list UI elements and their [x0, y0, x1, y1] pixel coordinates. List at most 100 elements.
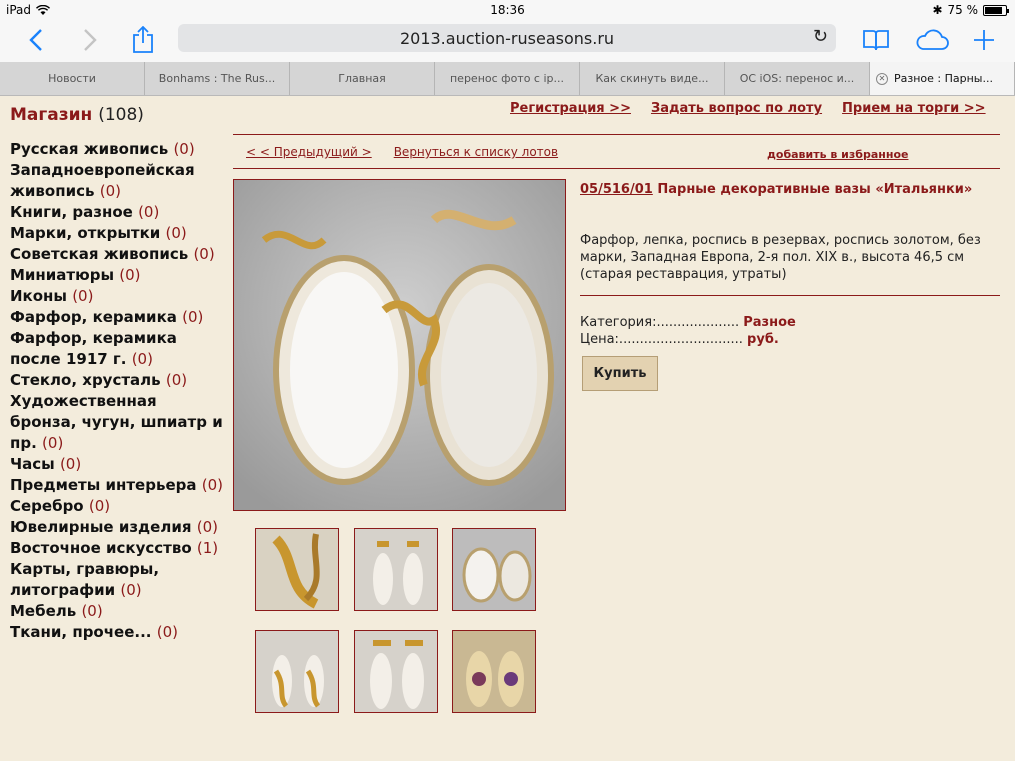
category-value: Разное: [743, 315, 796, 330]
price-label: Цена:..............................: [580, 332, 743, 347]
category-count: (0): [72, 287, 94, 305]
category-item[interactable]: Русская живопись (0): [10, 139, 225, 160]
tab-os-ios[interactable]: ОС iOS: перенос и...: [725, 62, 870, 95]
category-item[interactable]: Иконы (0): [10, 286, 225, 307]
category-item[interactable]: Западноевропейская живопись (0): [10, 160, 225, 202]
category-count: (0): [165, 371, 188, 389]
category-count: (0): [156, 623, 178, 641]
sidebar: Магазин (108) Русская живопись (0) Западн…: [10, 105, 225, 643]
tab-perenos-foto[interactable]: перенос фото с ip...: [435, 62, 580, 95]
category-item[interactable]: Книги, разное (0): [10, 202, 225, 223]
address-bar[interactable]: 2013.auction-ruseasons.ru ↻: [178, 24, 836, 52]
category-item[interactable]: Марки, открытки (0): [10, 223, 225, 244]
category-name: Русская живопись: [10, 140, 169, 158]
back-to-list-link[interactable]: Вернуться к списку лотов: [394, 145, 558, 159]
thumbnail-6[interactable]: [452, 630, 536, 713]
tab-active-label: Разное : Парны...: [894, 72, 993, 85]
category-name: Мебель: [10, 602, 77, 620]
forward-button[interactable]: [74, 24, 106, 56]
tab-kak-skinut[interactable]: Как скинуть виде...: [580, 62, 725, 95]
tab-novosti[interactable]: Новости: [0, 62, 145, 95]
back-button[interactable]: [20, 24, 52, 56]
thumbnail-image: [355, 529, 437, 610]
category-item[interactable]: Ткани, прочее... (0): [10, 622, 225, 643]
register-link[interactable]: Регистрация >>: [510, 101, 631, 116]
category-count: (0): [59, 455, 82, 473]
main-lot-image[interactable]: [233, 179, 566, 511]
new-tab-button[interactable]: [968, 24, 1000, 56]
category-name: Ткани, прочее...: [10, 623, 152, 641]
lot-number-link[interactable]: 05/516/01: [580, 182, 653, 197]
category-name: Иконы: [10, 287, 67, 305]
plus-icon: [974, 30, 994, 50]
thumbnail-1[interactable]: [255, 528, 339, 611]
thumbnail-image: [355, 631, 437, 712]
thumbnail-4[interactable]: [255, 630, 339, 713]
add-to-favorites-link[interactable]: добавить в избранное: [767, 148, 908, 161]
category-item[interactable]: Восточное искусство (1): [10, 538, 225, 559]
category-count: (0): [196, 518, 218, 536]
category-count: (0): [81, 602, 103, 620]
bookmarks-button[interactable]: [860, 24, 892, 56]
tab-active[interactable]: ✕ Разное : Парны...: [870, 62, 1015, 95]
chevron-right-icon: [84, 29, 97, 51]
reload-icon[interactable]: ↻: [813, 26, 828, 47]
thumbnail-image: [453, 529, 535, 610]
category-item[interactable]: Советская живопись (0): [10, 244, 225, 265]
category-name: Миниатюры: [10, 266, 115, 284]
tab-strip: Новости Bonhams : The Rus... Главная пер…: [0, 62, 1015, 96]
category-item[interactable]: Ювелирные изделия (0): [10, 517, 225, 538]
category-name: Марки, открытки: [10, 224, 161, 242]
thumbnail-image: [256, 529, 338, 610]
category-name: Стекло, хрусталь: [10, 371, 161, 389]
share-button[interactable]: [127, 24, 159, 56]
thumbnail-3[interactable]: [452, 528, 536, 611]
category-item[interactable]: Мебель (0): [10, 601, 225, 622]
category-name: Ювелирные изделия: [10, 518, 192, 536]
prev-next-link[interactable]: < < Предыдущий >: [246, 145, 372, 159]
ask-question-link[interactable]: Задать вопрос по лоту: [651, 101, 822, 116]
battery-percent: 75 %: [947, 3, 979, 17]
lot-title-text: Парные декоративные вазы «Итальянки»: [657, 182, 973, 197]
buy-button[interactable]: Купить: [582, 356, 658, 391]
category-count: (0): [99, 182, 121, 200]
category-name: Советская живопись: [10, 245, 189, 263]
divider: [233, 134, 1000, 135]
battery-icon: [983, 4, 1009, 16]
category-name: Восточное искусство: [10, 539, 192, 557]
category-count: (0): [201, 476, 223, 494]
divider: [580, 295, 1000, 296]
page-content: Магазин (108) Русская живопись (0) Западн…: [0, 97, 1015, 761]
chevron-left-icon: [29, 29, 42, 51]
icloud-tabs-button[interactable]: [912, 24, 952, 56]
category-count: (0): [165, 224, 187, 242]
close-tab-icon[interactable]: ✕: [876, 72, 888, 85]
category-item[interactable]: Миниатюры (0): [10, 265, 225, 286]
category-name: Фарфор, керамика: [10, 308, 177, 326]
tab-bonhams[interactable]: Bonhams : The Rus...: [145, 62, 290, 95]
lot-navigation: < < Предыдущий > Вернуться к списку лото…: [246, 145, 558, 159]
tab-glavnaya[interactable]: Главная: [290, 62, 435, 95]
category-count: (0): [182, 308, 204, 326]
category-count: (0): [119, 266, 141, 284]
price-row: Цена:.............................. руб.: [580, 331, 796, 348]
category-name: Часы: [10, 455, 55, 473]
thumbnail-5[interactable]: [354, 630, 438, 713]
bluetooth-icon: ✱: [932, 3, 943, 17]
category-item[interactable]: Художественная бронза, чугун, шпиатр и п…: [10, 391, 225, 454]
category-item[interactable]: Предметы интерьера (0): [10, 475, 225, 496]
lot-description: Фарфор, лепка, роспись в резервах, роспи…: [580, 233, 981, 282]
category-item[interactable]: Карты, гравюры, литографии (0): [10, 559, 225, 601]
shop-count: (108): [98, 105, 144, 125]
category-item[interactable]: Серебро (0): [10, 496, 225, 517]
category-item[interactable]: Стекло, хрусталь (0): [10, 370, 225, 391]
thumbnail-2[interactable]: [354, 528, 438, 611]
category-item[interactable]: Фарфор, керамика (0): [10, 307, 225, 328]
share-icon: [133, 26, 153, 53]
browser-toolbar: 2013.auction-ruseasons.ru ↻: [0, 20, 1015, 62]
category-item[interactable]: Часы (0): [10, 454, 225, 475]
category-item[interactable]: Фарфор, керамика после 1917 г. (0): [10, 328, 225, 370]
shop-heading: Магазин (108): [10, 105, 225, 125]
accept-auction-link[interactable]: Прием на торги >>: [842, 101, 986, 116]
thumbnail-image: [256, 631, 338, 712]
